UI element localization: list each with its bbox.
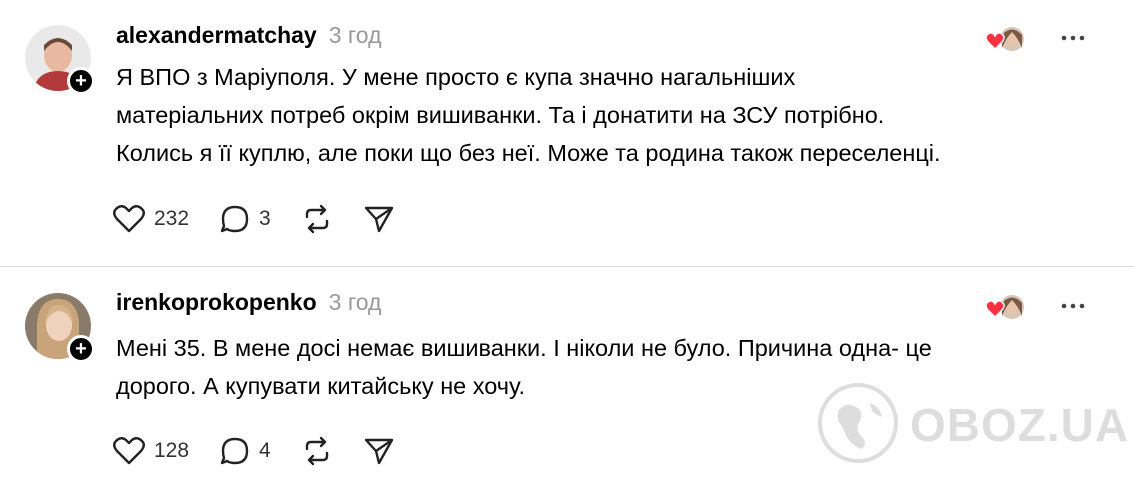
reply-button[interactable]: 4	[219, 436, 271, 466]
comment-line: Мені 35. В мене досі немає вишиванки. І …	[116, 335, 932, 361]
username[interactable]: irenkoprokopenko	[116, 289, 317, 316]
globe-logo-icon	[816, 381, 900, 470]
liked-by-avatar[interactable]	[984, 24, 1028, 54]
timestamp: 3 год	[328, 289, 382, 315]
avatar-container[interactable]: +	[25, 293, 95, 363]
comment-line: Я ВПО з Маріуполя. У мене просто є купа …	[116, 64, 796, 90]
repost-button[interactable]	[301, 203, 333, 235]
share-button[interactable]	[363, 203, 395, 235]
username[interactable]: alexandermatchay	[116, 22, 317, 49]
follow-plus-icon[interactable]: +	[67, 67, 95, 95]
comment-icon	[219, 436, 251, 466]
post-header: irenkoprokopenko 3 год	[116, 289, 381, 319]
watermark: OBOZ.UA	[816, 380, 1129, 470]
repost-button[interactable]	[301, 435, 333, 467]
reply-button[interactable]: 3	[219, 204, 271, 234]
comment-line: Колись я її куплю, але поки що без неї. …	[116, 140, 941, 166]
action-bar: 232 3	[112, 201, 425, 237]
reply-count: 4	[259, 439, 271, 462]
heart-icon	[112, 436, 146, 466]
watermark-text: OBOZ.UA	[910, 399, 1130, 451]
like-button[interactable]: 128	[112, 436, 189, 466]
more-icon[interactable]	[1058, 296, 1088, 316]
share-icon	[363, 435, 395, 467]
like-button[interactable]: 232	[112, 204, 189, 234]
comment-text: Я ВПО з Маріуполя. У мене просто є купа …	[116, 58, 1116, 172]
more-icon[interactable]	[1058, 28, 1088, 48]
comment-line: матеріальних потреб окрім вишиванки. Та …	[116, 102, 885, 128]
like-count: 232	[154, 207, 190, 230]
reply-count: 3	[259, 207, 271, 230]
repost-icon	[301, 435, 333, 467]
share-button[interactable]	[363, 435, 395, 467]
action-bar: 128 4	[112, 433, 425, 469]
follow-plus-icon[interactable]: +	[67, 335, 95, 363]
timestamp: 3 год	[328, 22, 382, 48]
repost-icon	[301, 203, 333, 235]
comment-icon	[219, 204, 251, 234]
share-icon	[363, 203, 395, 235]
comment-post: + alexandermatchay 3 год Я ВПО з Маріупо…	[0, 0, 1134, 266]
liked-by-avatar[interactable]	[984, 292, 1028, 322]
post-header: alexandermatchay 3 год	[116, 22, 382, 52]
avatar-container[interactable]: +	[25, 25, 95, 95]
heart-icon	[112, 204, 146, 234]
like-count: 128	[154, 439, 190, 462]
